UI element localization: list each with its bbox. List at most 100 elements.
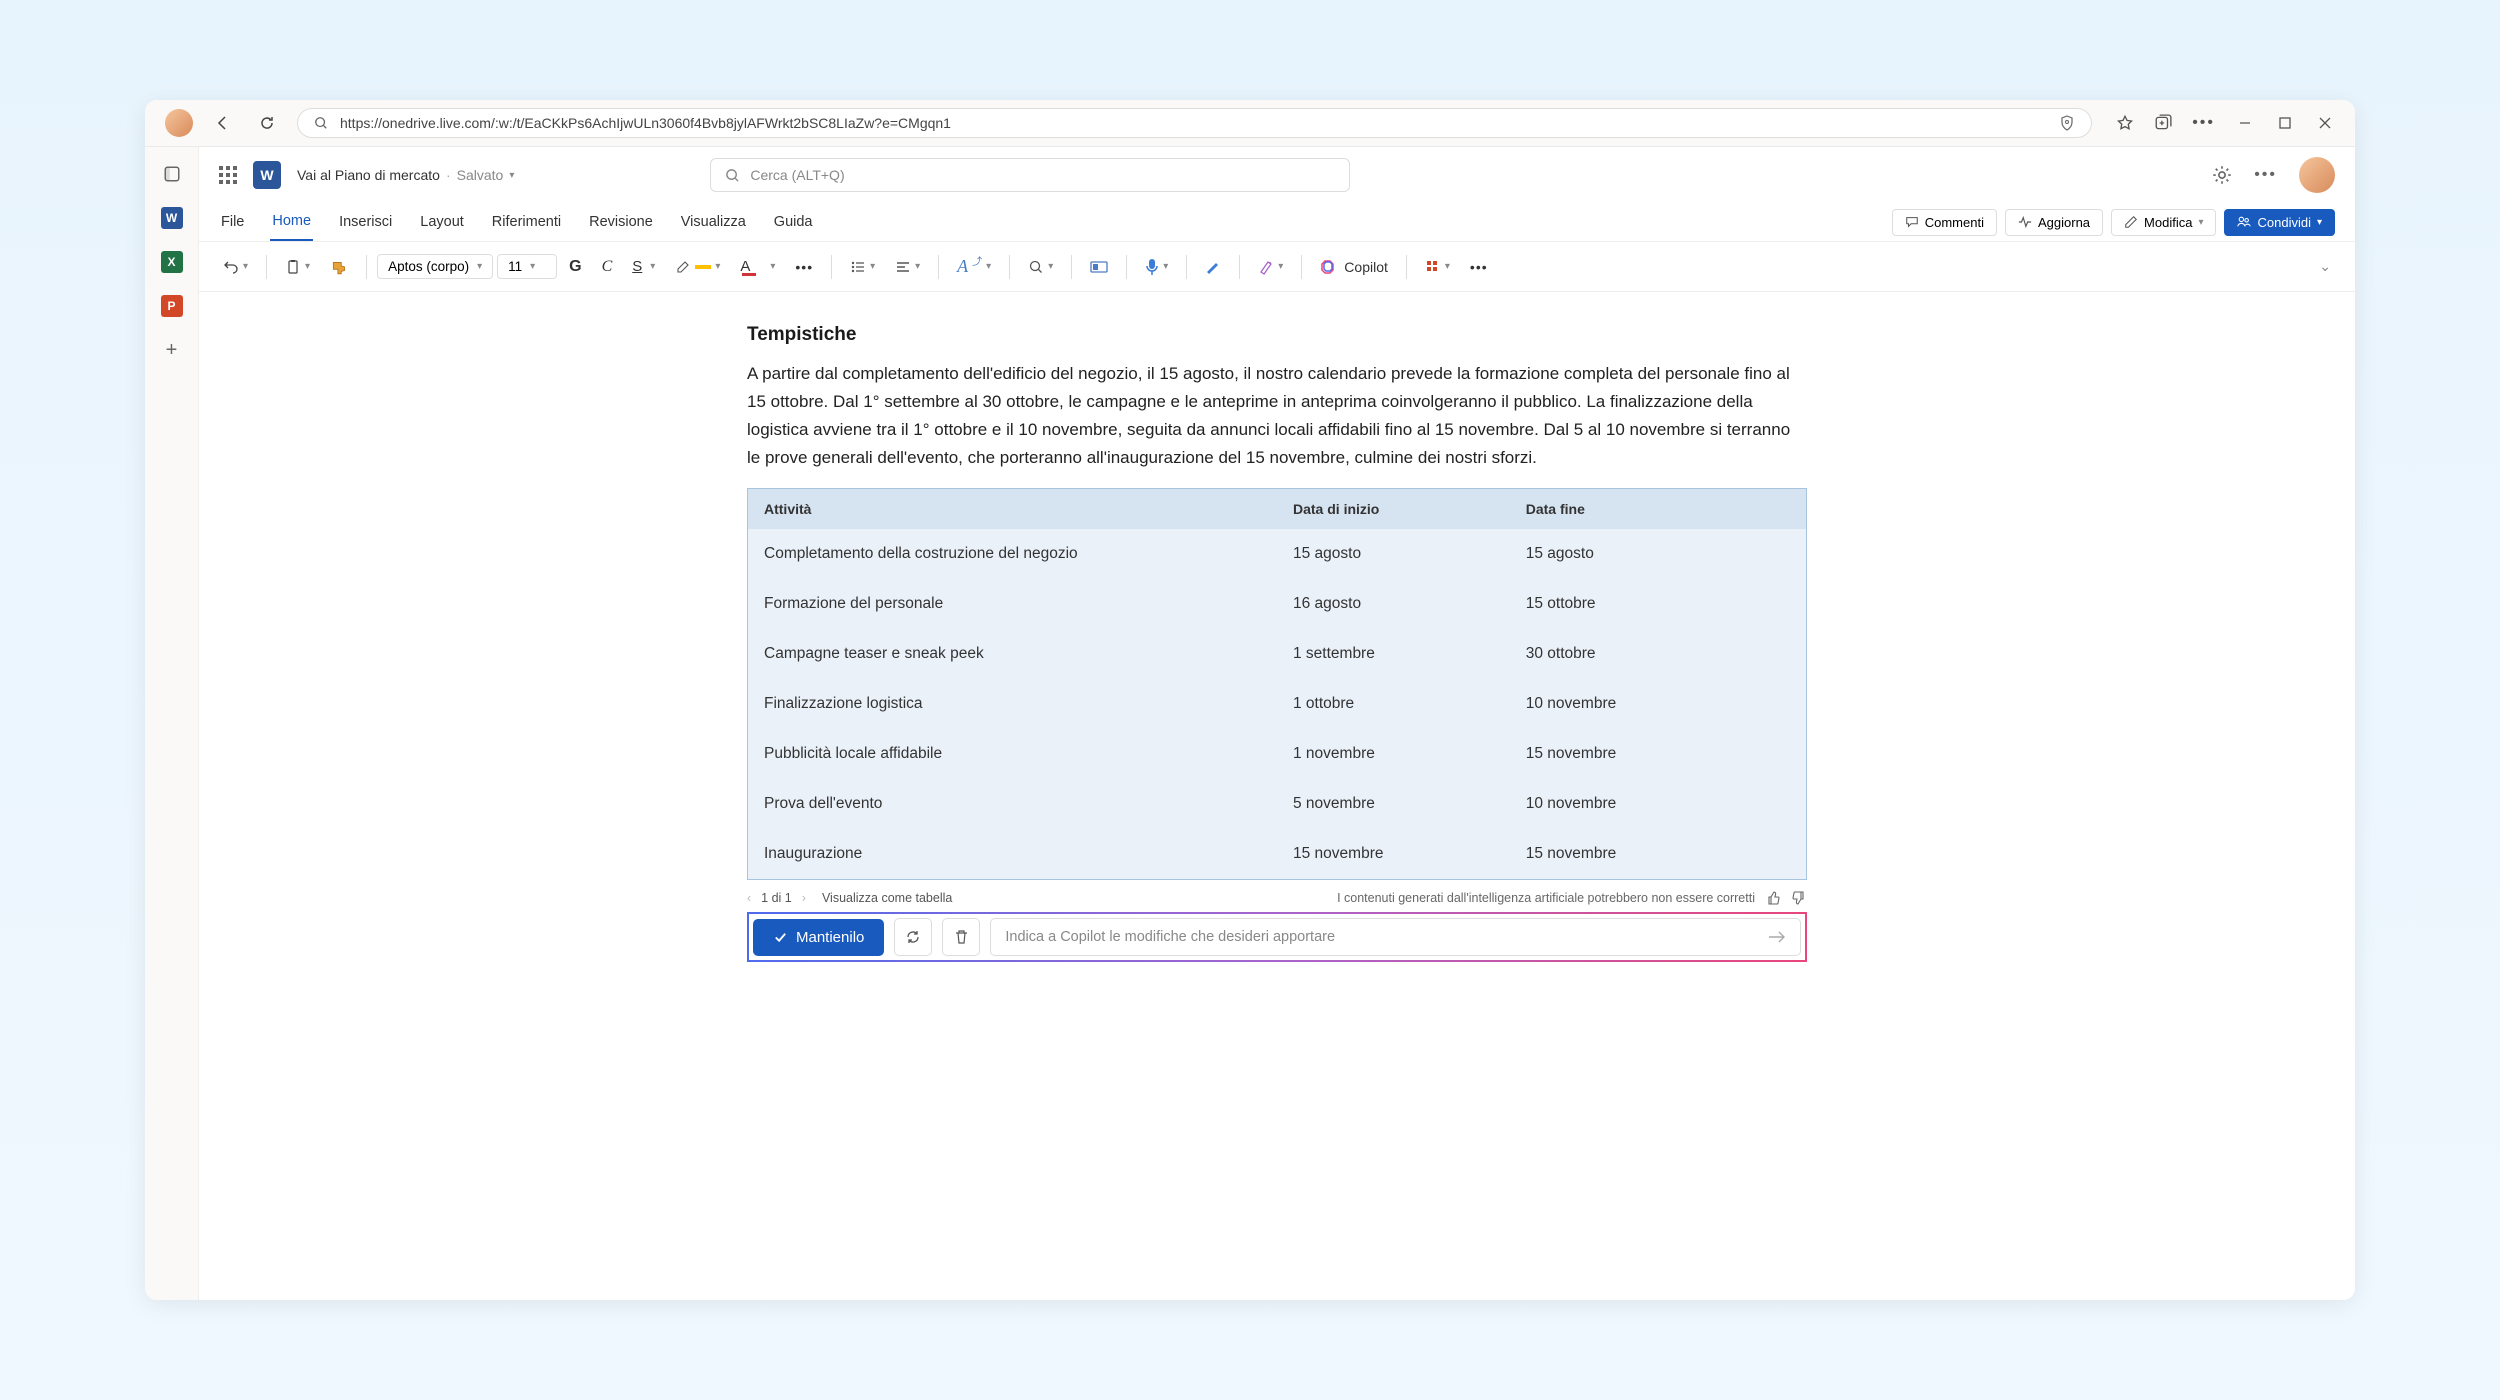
regenerate-button[interactable]: [894, 918, 932, 956]
maximize-button[interactable]: [2275, 113, 2295, 133]
collapse-ribbon-icon[interactable]: ⌄: [2311, 252, 2339, 281]
table-row[interactable]: Formazione del personale16 agosto15 otto…: [748, 579, 1806, 629]
section-heading[interactable]: Tempistiche: [747, 324, 1807, 346]
tab-layout[interactable]: Layout: [418, 204, 466, 240]
editor-icon[interactable]: [1197, 253, 1229, 281]
table-cell: 15 agosto: [1510, 529, 1806, 579]
schedule-table[interactable]: Attività Data di inizio Data fine Comple…: [747, 488, 1807, 880]
collections-icon[interactable]: [2154, 114, 2172, 132]
comment-icon: [1905, 215, 1919, 229]
designer-button[interactable]: ▾: [1250, 253, 1291, 281]
send-icon[interactable]: [1768, 930, 1786, 944]
apps-button[interactable]: ▾: [1417, 253, 1458, 281]
bold-button[interactable]: G: [561, 252, 589, 282]
settings-icon[interactable]: [2212, 165, 2232, 185]
word-app-icon[interactable]: W: [253, 161, 281, 189]
back-button[interactable]: [209, 109, 237, 137]
table-row[interactable]: Inaugurazione15 novembre15 novembre: [748, 829, 1806, 879]
copilot-button[interactable]: Copilot: [1312, 252, 1396, 282]
styles-button[interactable]: A⤴▾: [949, 250, 999, 283]
table-row[interactable]: Completamento della costruzione del nego…: [748, 529, 1806, 579]
table-row[interactable]: Finalizzazione logistica1 ottobre10 nove…: [748, 679, 1806, 729]
view-as-table-link[interactable]: Visualizza come tabella: [822, 891, 952, 905]
thumbs-down-icon[interactable]: [1791, 890, 1807, 906]
body-paragraph[interactable]: A partire dal completamento dell'edifici…: [747, 360, 1807, 472]
refresh-button[interactable]: [253, 109, 281, 137]
search-input[interactable]: Cerca (ALT+Q): [710, 158, 1350, 192]
next-button[interactable]: ›: [802, 891, 806, 905]
prev-button[interactable]: ‹: [747, 891, 751, 905]
table-header-row: Attività Data di inizio Data fine: [748, 489, 1806, 529]
update-button[interactable]: Aggiorna: [2005, 209, 2103, 236]
app-launcher-icon[interactable]: [219, 166, 237, 184]
table-cell: Campagne teaser e sneak peek: [748, 629, 1277, 679]
saved-status: Salvato: [457, 167, 504, 183]
copilot-icon: [1320, 258, 1338, 276]
copilot-prompt-input[interactable]: Indica a Copilot le modifiche che deside…: [990, 918, 1801, 956]
table-cell: Inaugurazione: [748, 829, 1277, 879]
user-avatar[interactable]: [2299, 157, 2335, 193]
tab-review[interactable]: Revisione: [587, 204, 655, 240]
more-tools-icon[interactable]: •••: [1462, 253, 1496, 281]
table-cell: 10 novembre: [1510, 679, 1806, 729]
prompt-placeholder: Indica a Copilot le modifiche che deside…: [1005, 929, 1335, 945]
table-cell: 30 ottobre: [1510, 629, 1806, 679]
comments-button[interactable]: Commenti: [1892, 209, 1997, 236]
tab-insert[interactable]: Inserisci: [337, 204, 394, 240]
paste-button[interactable]: ▾: [277, 253, 318, 281]
profile-avatar[interactable]: [165, 109, 193, 137]
rail-excel-icon[interactable]: X: [159, 249, 185, 275]
rail-add-icon[interactable]: +: [159, 337, 185, 363]
rail-powerpoint-icon[interactable]: P: [159, 293, 185, 319]
tab-home[interactable]: Home: [270, 203, 313, 241]
url-text: https://onedrive.live.com/:w:/t/EaCKkPs6…: [340, 115, 951, 131]
tab-file[interactable]: File: [219, 204, 246, 240]
close-button[interactable]: [2315, 113, 2335, 133]
tab-references[interactable]: Riferimenti: [490, 204, 563, 240]
favorite-icon[interactable]: [2116, 114, 2134, 132]
more-icon[interactable]: •••: [2192, 114, 2215, 132]
bullets-button[interactable]: ▾: [842, 253, 883, 281]
rail-word-icon[interactable]: W: [159, 205, 185, 231]
document-title[interactable]: Vai al Piano di mercato · Salvato ▾: [297, 167, 514, 183]
shield-icon[interactable]: [2059, 115, 2075, 131]
find-button[interactable]: ▾: [1020, 253, 1061, 281]
table-row[interactable]: Prova dell'evento5 novembre10 novembre: [748, 779, 1806, 829]
delete-button[interactable]: [942, 918, 980, 956]
italic-button[interactable]: C: [594, 252, 621, 282]
tab-display[interactable]: Visualizza: [679, 204, 748, 240]
col-activity: Attività: [748, 489, 1277, 529]
format-painter-button[interactable]: [322, 252, 356, 282]
align-button[interactable]: ▾: [887, 253, 928, 281]
search-placeholder: Cerca (ALT+Q): [750, 167, 844, 183]
thumbs-up-icon[interactable]: [1765, 890, 1781, 906]
table-cell: Completamento della costruzione del nego…: [748, 529, 1277, 579]
immersive-reader-icon[interactable]: [1082, 253, 1116, 281]
highlight-button[interactable]: ▾: [667, 254, 728, 280]
chevron-down-icon: ▾: [2198, 217, 2203, 228]
table-row[interactable]: Campagne teaser e sneak peek1 settembre3…: [748, 629, 1806, 679]
copilot-meta-row: ‹ 1 di 1 › Visualizza come tabella I con…: [747, 880, 1807, 912]
font-size-select[interactable]: 11 ▾: [497, 254, 557, 279]
document-page: Tempistiche A partire dal completamento …: [677, 292, 1877, 1300]
minimize-button[interactable]: [2235, 113, 2255, 133]
edit-button[interactable]: Modifica ▾: [2111, 209, 2216, 236]
table-row[interactable]: Pubblicità locale affidabile1 novembre15…: [748, 729, 1806, 779]
url-bar[interactable]: https://onedrive.live.com/:w:/t/EaCKkPs6…: [297, 108, 2092, 138]
more-icon[interactable]: •••: [2254, 166, 2277, 184]
table-cell: 15 ottobre: [1510, 579, 1806, 629]
underline-button[interactable]: S▾: [624, 252, 663, 281]
font-color-button[interactable]: A▾: [732, 251, 783, 282]
more-formatting-icon[interactable]: •••: [787, 253, 821, 281]
share-button[interactable]: Condividi ▾: [2224, 209, 2335, 236]
font-family-select[interactable]: Aptos (corpo) ▾: [377, 254, 493, 279]
tab-help[interactable]: Guida: [772, 204, 815, 240]
rail-home-icon[interactable]: [159, 161, 185, 187]
dictate-button[interactable]: ▾: [1137, 252, 1176, 282]
keep-button[interactable]: Mantienilo: [753, 919, 884, 956]
table-cell: Formazione del personale: [748, 579, 1277, 629]
document-canvas[interactable]: Tempistiche A partire dal completamento …: [199, 292, 2355, 1300]
copilot-prompt-bar: Mantienilo Indica a Copilot le modifiche…: [747, 912, 1807, 962]
undo-button[interactable]: ▾: [215, 253, 256, 281]
pulse-icon: [2018, 215, 2032, 229]
